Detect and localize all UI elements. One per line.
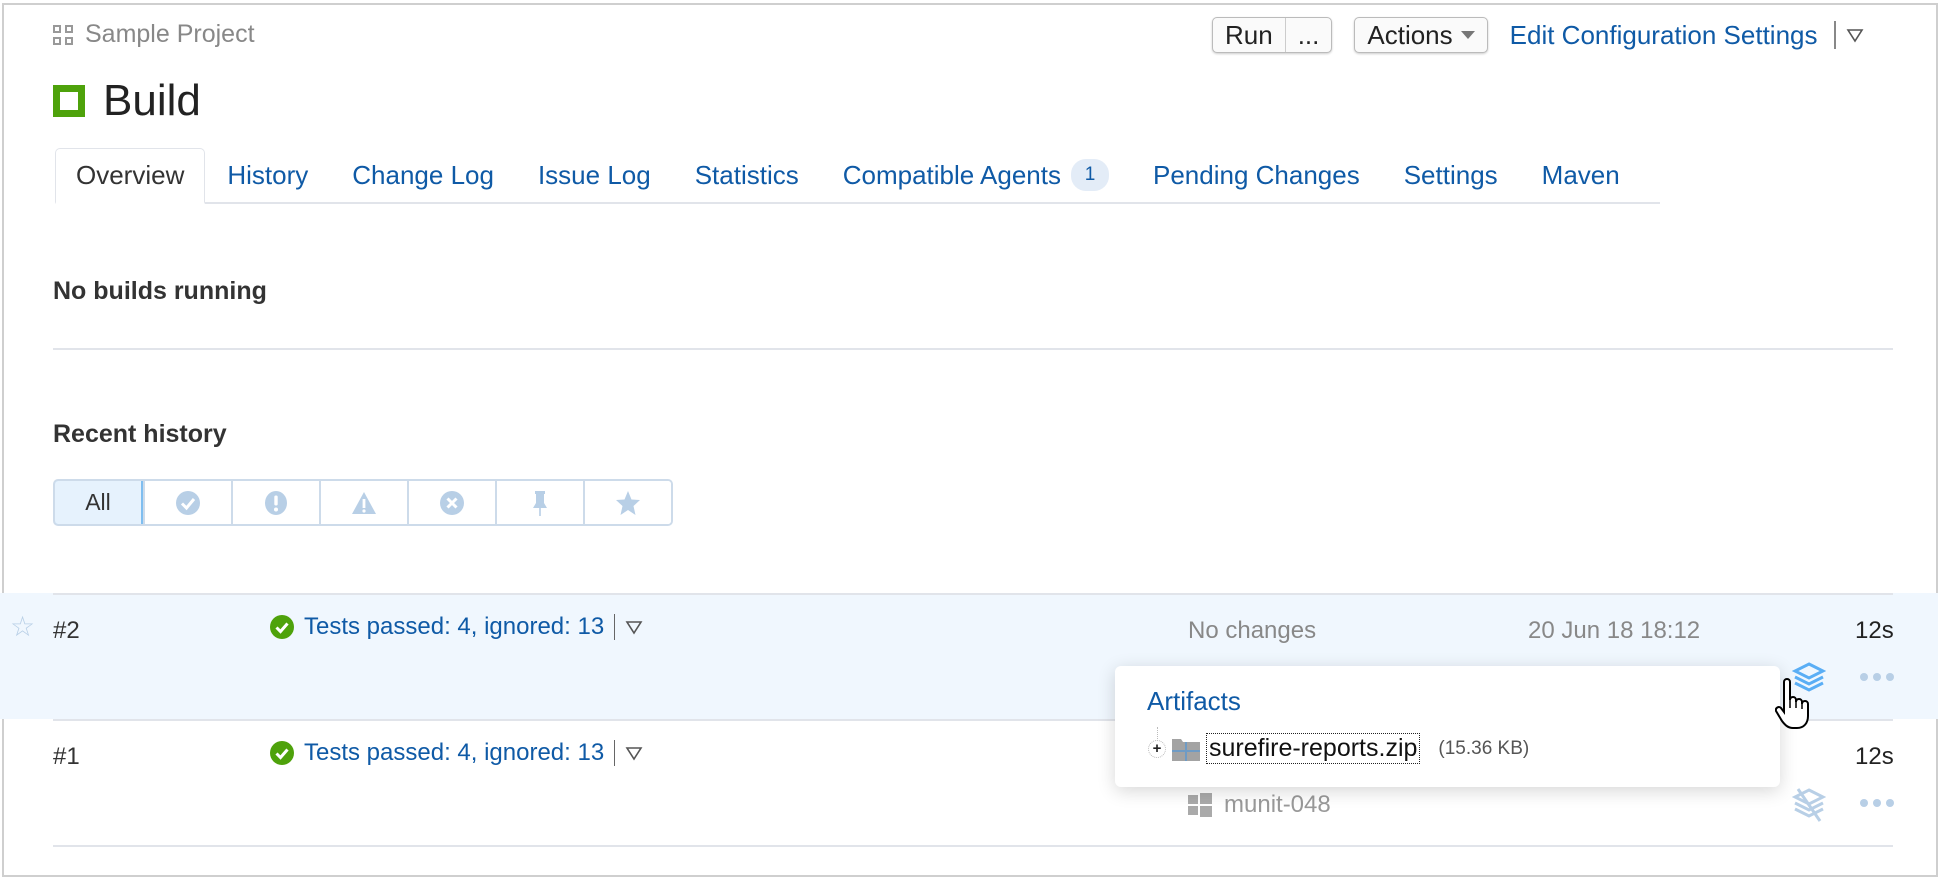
build-number[interactable]: #2 (53, 617, 80, 645)
pin-icon (533, 490, 547, 516)
artifact-size: (15.36 KB) (1438, 737, 1530, 759)
agents-count-badge: 1 (1070, 159, 1109, 191)
run-custom-button[interactable]: ... (1284, 18, 1332, 52)
project-name[interactable]: Sample Project (85, 20, 255, 49)
build-duration: 12s (1855, 617, 1894, 644)
separator (614, 614, 616, 640)
tab-settings[interactable]: Settings (1382, 148, 1520, 202)
tab-label: Compatible Agents (842, 159, 1061, 190)
separator (1833, 21, 1836, 49)
more-actions-button[interactable] (1860, 673, 1894, 681)
build-agent[interactable]: munit-048 (1188, 791, 1331, 819)
running-builds-heading: No builds running (53, 277, 267, 305)
tab-issue-log[interactable]: Issue Log (516, 148, 673, 202)
actions-button[interactable]: Actions (1355, 18, 1486, 52)
tab-label: Statistics (694, 159, 799, 190)
windows-icon (1188, 793, 1212, 817)
failed-icon (265, 490, 287, 515)
agent-name[interactable]: munit-048 (1224, 791, 1331, 819)
build-title: Build (103, 76, 201, 125)
build-status[interactable]: Tests passed: 4, ignored: 13 (270, 613, 643, 641)
artifact-item[interactable]: + surefire-reports.zip (15.36 KB) (1148, 726, 1530, 764)
build-status[interactable]: Tests passed: 4, ignored: 13 (270, 739, 643, 767)
tab-label: Overview (76, 160, 185, 190)
success-icon (270, 741, 294, 765)
actions-dropdown[interactable]: Actions (1354, 17, 1488, 53)
tab-label: Settings (1403, 159, 1498, 190)
tab-maven[interactable]: Maven (1520, 148, 1642, 202)
tab-history[interactable]: History (205, 148, 330, 202)
star-build-icon[interactable]: ☆ (10, 610, 35, 643)
error-icon (440, 490, 464, 515)
tab-bar: Overview History Change Log Issue Log St… (55, 148, 1660, 204)
filter-failed[interactable] (231, 481, 319, 524)
project-breadcrumb[interactable]: Sample Project (53, 20, 255, 49)
hand-cursor-icon (1775, 678, 1809, 729)
status-menu-icon[interactable] (625, 619, 643, 635)
edit-configuration-link[interactable]: Edit Configuration Settings (1510, 20, 1818, 51)
caret-down-icon (1460, 31, 1475, 39)
expand-icon[interactable]: + (1148, 726, 1166, 758)
run-button[interactable]: Run (1213, 18, 1285, 52)
artifact-name[interactable]: surefire-reports.zip (1206, 733, 1421, 764)
more-actions-button[interactable] (1860, 799, 1894, 807)
tab-label: Maven (1541, 159, 1620, 190)
build-duration: 12s (1855, 743, 1894, 770)
run-button-group: Run ... (1212, 17, 1333, 53)
filter-pinned[interactable] (495, 481, 583, 524)
warning-icon (352, 491, 376, 514)
filter-starred[interactable] (583, 481, 671, 524)
section-divider (53, 348, 1893, 350)
tab-overview[interactable]: Overview (55, 148, 206, 204)
build-date: 20 Jun 18 18:12 (1528, 617, 1701, 644)
tab-label: Change Log (352, 159, 494, 190)
filter-successful[interactable] (143, 481, 231, 524)
tab-label: Issue Log (537, 159, 651, 190)
filter-warning[interactable] (319, 481, 407, 524)
success-icon (176, 490, 200, 515)
build-config-icon (53, 85, 85, 117)
project-grid-icon (53, 24, 73, 45)
archive-icon (1172, 738, 1200, 761)
row-divider (53, 845, 1893, 847)
row-divider (53, 593, 1893, 595)
tab-change-log[interactable]: Change Log (330, 148, 516, 202)
tab-label: History (227, 159, 309, 190)
actions-label: Actions (1367, 19, 1453, 50)
separator (614, 740, 616, 766)
toolbar: Run ... Actions Edit Configuration Setti… (1212, 17, 1864, 53)
edit-config-menu-icon[interactable] (1846, 27, 1864, 43)
page-title: Build (53, 76, 201, 126)
star-icon (616, 490, 640, 515)
build-changes[interactable]: No changes (1188, 617, 1316, 645)
build-number[interactable]: #1 (53, 743, 80, 771)
build-status-text[interactable]: Tests passed: 4, ignored: 13 (304, 739, 604, 767)
build-status-text[interactable]: Tests passed: 4, ignored: 13 (304, 613, 604, 641)
success-icon (270, 615, 294, 639)
filter-error[interactable] (407, 481, 495, 524)
tab-label: Pending Changes (1152, 159, 1360, 190)
no-artifacts-icon[interactable] (1792, 787, 1826, 823)
tab-compatible-agents[interactable]: Compatible Agents 1 (821, 148, 1131, 202)
status-menu-icon[interactable] (625, 745, 643, 761)
artifacts-popup: Artifacts + surefire-reports.zip (15.36 … (1115, 666, 1780, 787)
filter-all[interactable]: All (55, 481, 143, 524)
artifacts-popup-title: Artifacts (1147, 686, 1241, 716)
recent-history-heading: Recent history (53, 420, 227, 448)
tab-statistics[interactable]: Statistics (673, 148, 821, 202)
history-filter-bar: All (53, 479, 673, 526)
tab-pending-changes[interactable]: Pending Changes (1131, 148, 1382, 202)
